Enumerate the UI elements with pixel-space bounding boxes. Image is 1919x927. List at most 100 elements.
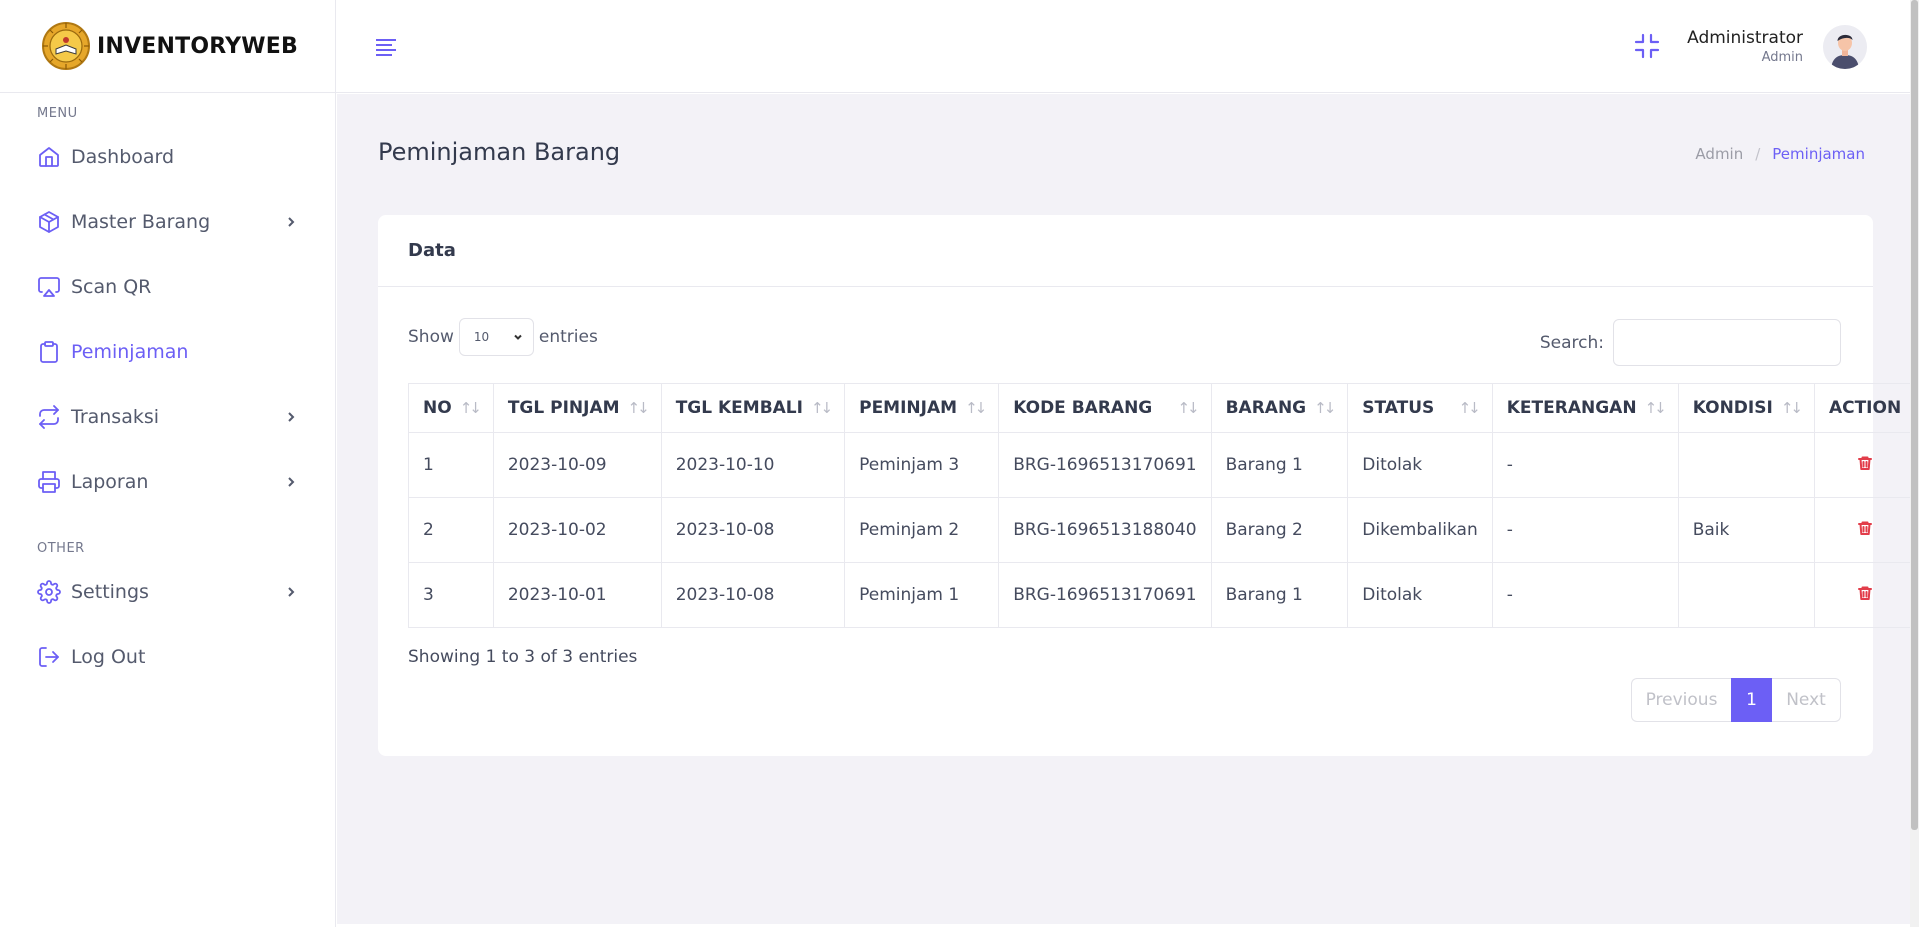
sidebar-item-logout[interactable]: Log Out xyxy=(0,624,335,689)
sort-icon: ↑↓ xyxy=(1177,399,1199,417)
sidebar-item-label: Log Out xyxy=(71,645,146,668)
sort-icon: ↑↓ xyxy=(459,399,482,417)
menu-toggle-icon[interactable] xyxy=(374,37,398,57)
cell-barang: Barang 1 xyxy=(1210,562,1349,628)
chevron-right-icon xyxy=(285,476,297,488)
breadcrumb-separator: / xyxy=(1755,145,1761,163)
brand-name: INVENTORYWEB xyxy=(97,33,298,59)
column-header[interactable]: STATUS ↑↓ xyxy=(1347,383,1493,433)
show-label: Show xyxy=(408,327,454,347)
table-row: 1 2023-10-09 2023-10-10 Peminjam 3 BRG-1… xyxy=(408,432,1917,498)
cell-barang: Barang 1 xyxy=(1210,432,1349,498)
chevron-right-icon xyxy=(285,586,297,598)
sidebar-item-label: Settings xyxy=(71,580,149,603)
brand[interactable]: INVENTORYWEB xyxy=(0,0,335,93)
gear-icon xyxy=(37,579,61,604)
entries-select-value: 10 xyxy=(473,330,490,344)
breadcrumb: Admin / Peminjaman xyxy=(1695,145,1865,163)
box-icon xyxy=(37,210,61,234)
cell-peminjam: Peminjam 2 xyxy=(844,497,1000,563)
entries-select[interactable]: 10 xyxy=(458,318,534,356)
column-header[interactable]: PEMINJAM ↑↓ xyxy=(844,383,1000,433)
breadcrumb-root[interactable]: Admin xyxy=(1695,145,1743,163)
chevron-down-icon xyxy=(514,334,522,340)
home-icon xyxy=(37,145,61,169)
printer-icon xyxy=(37,470,61,494)
cell-keterangan: - xyxy=(1491,562,1679,628)
logout-icon xyxy=(37,645,61,669)
logo-icon xyxy=(42,22,91,70)
cell-no: 2 xyxy=(408,497,494,563)
pagination: Previous 1 Next xyxy=(1631,678,1841,722)
page-scrollbar[interactable] xyxy=(1910,0,1919,927)
search-label: Search: xyxy=(1539,332,1604,353)
cell-status: Ditolak xyxy=(1347,562,1493,628)
delete-trash-icon[interactable] xyxy=(1857,456,1873,476)
cell-action xyxy=(1813,562,1917,628)
sidebar-item-transaksi[interactable]: Transaksi xyxy=(0,384,335,449)
other-section-title: OTHER xyxy=(37,541,85,556)
sidebar-item-label: Peminjaman xyxy=(71,340,189,363)
sort-icon: ↑↓ xyxy=(1780,399,1803,417)
sidebar-item-settings[interactable]: Settings xyxy=(0,559,335,624)
next-button[interactable]: Next xyxy=(1772,678,1841,722)
cell-tgl-pinjam: 2023-10-01 xyxy=(492,562,662,628)
sort-icon: ↑↓ xyxy=(1314,399,1336,417)
sidebar-item-master-barang[interactable]: Master Barang xyxy=(0,189,335,254)
cell-tgl-kembali: 2023-10-08 xyxy=(660,562,846,628)
sort-icon: ↑↓ xyxy=(965,399,987,417)
column-header[interactable]: NO ↑↓ xyxy=(408,383,494,433)
cell-status: Dikembalikan xyxy=(1347,497,1493,563)
search-input[interactable] xyxy=(1613,319,1841,366)
chevron-right-icon xyxy=(285,216,297,228)
cell-tgl-pinjam: 2023-10-09 xyxy=(492,432,662,498)
cell-kondisi xyxy=(1677,432,1815,498)
table-header-row: NO ↑↓ TGL PINJAM ↑↓ TGL KEMBALI ↑↓ PEMINJAM… xyxy=(408,383,1917,433)
airplay-icon xyxy=(37,275,61,299)
column-header[interactable]: BARANG ↑↓ xyxy=(1210,383,1349,433)
sidebar-item-laporan[interactable]: Laporan xyxy=(0,449,335,514)
show-entries: Show 10 entries xyxy=(408,318,598,356)
sidebar: INVENTORYWEB MENU Dashboard Master Baran… xyxy=(0,0,336,927)
sort-icon: ↑↓ xyxy=(1458,399,1481,417)
column-header[interactable]: TGL PINJAM ↑↓ xyxy=(492,383,662,433)
column-header[interactable]: KETERANGAN ↑↓ xyxy=(1491,383,1679,433)
cell-action xyxy=(1813,497,1917,563)
column-header[interactable]: TGL KEMBALI ↑↓ xyxy=(660,383,846,433)
cell-keterangan: - xyxy=(1491,432,1679,498)
minimize-icon[interactable] xyxy=(1634,33,1660,59)
sidebar-item-peminjaman[interactable]: Peminjaman xyxy=(0,319,335,384)
table-row: 3 2023-10-01 2023-10-08 Peminjam 1 BRG-1… xyxy=(408,562,1917,628)
scrollbar-thumb[interactable] xyxy=(1911,0,1918,830)
previous-button[interactable]: Previous xyxy=(1631,678,1731,722)
main-content: Peminjaman Barang Admin / Peminjaman Dat… xyxy=(337,94,1917,924)
cell-status: Ditolak xyxy=(1347,432,1493,498)
clipboard-icon xyxy=(37,340,61,364)
cell-tgl-pinjam: 2023-10-02 xyxy=(492,497,662,563)
column-header[interactable]: KONDISI ↑↓ xyxy=(1677,383,1815,433)
sidebar-item-label: Transaksi xyxy=(71,405,160,428)
cell-kode-barang: BRG-1696513170691 xyxy=(998,432,1212,498)
user-role: Admin xyxy=(1761,50,1803,65)
delete-trash-icon[interactable] xyxy=(1857,521,1873,541)
cell-tgl-kembali: 2023-10-08 xyxy=(660,497,846,563)
sidebar-item-label: Dashboard xyxy=(71,145,175,168)
sidebar-item-label: Laporan xyxy=(71,470,149,493)
repeat-icon xyxy=(37,404,61,429)
cell-peminjam: Peminjam 3 xyxy=(844,432,1000,498)
page-1-button[interactable]: 1 xyxy=(1731,678,1772,722)
cell-kode-barang: BRG-1696513170691 xyxy=(998,562,1212,628)
avatar[interactable] xyxy=(1823,25,1867,69)
data-card: Data Show 10 entries Search: NO ↑↓ TGL PI… xyxy=(378,215,1917,756)
topbar: Administrator Admin xyxy=(336,0,1919,93)
table-row: 2 2023-10-02 2023-10-08 Peminjam 2 BRG-1… xyxy=(408,497,1917,563)
sidebar-item-scan-qr[interactable]: Scan QR xyxy=(0,254,335,319)
search-area: Search: xyxy=(1540,319,1841,366)
sidebar-item-label: Scan QR xyxy=(71,275,152,298)
user-name[interactable]: Administrator xyxy=(1687,28,1803,48)
cell-keterangan: - xyxy=(1491,497,1679,563)
column-header[interactable]: KODE BARANG ↑↓ xyxy=(998,383,1212,433)
sidebar-item-dashboard[interactable]: Dashboard xyxy=(0,124,335,189)
delete-trash-icon[interactable] xyxy=(1857,586,1873,606)
sort-icon: ↑↓ xyxy=(1644,399,1667,417)
